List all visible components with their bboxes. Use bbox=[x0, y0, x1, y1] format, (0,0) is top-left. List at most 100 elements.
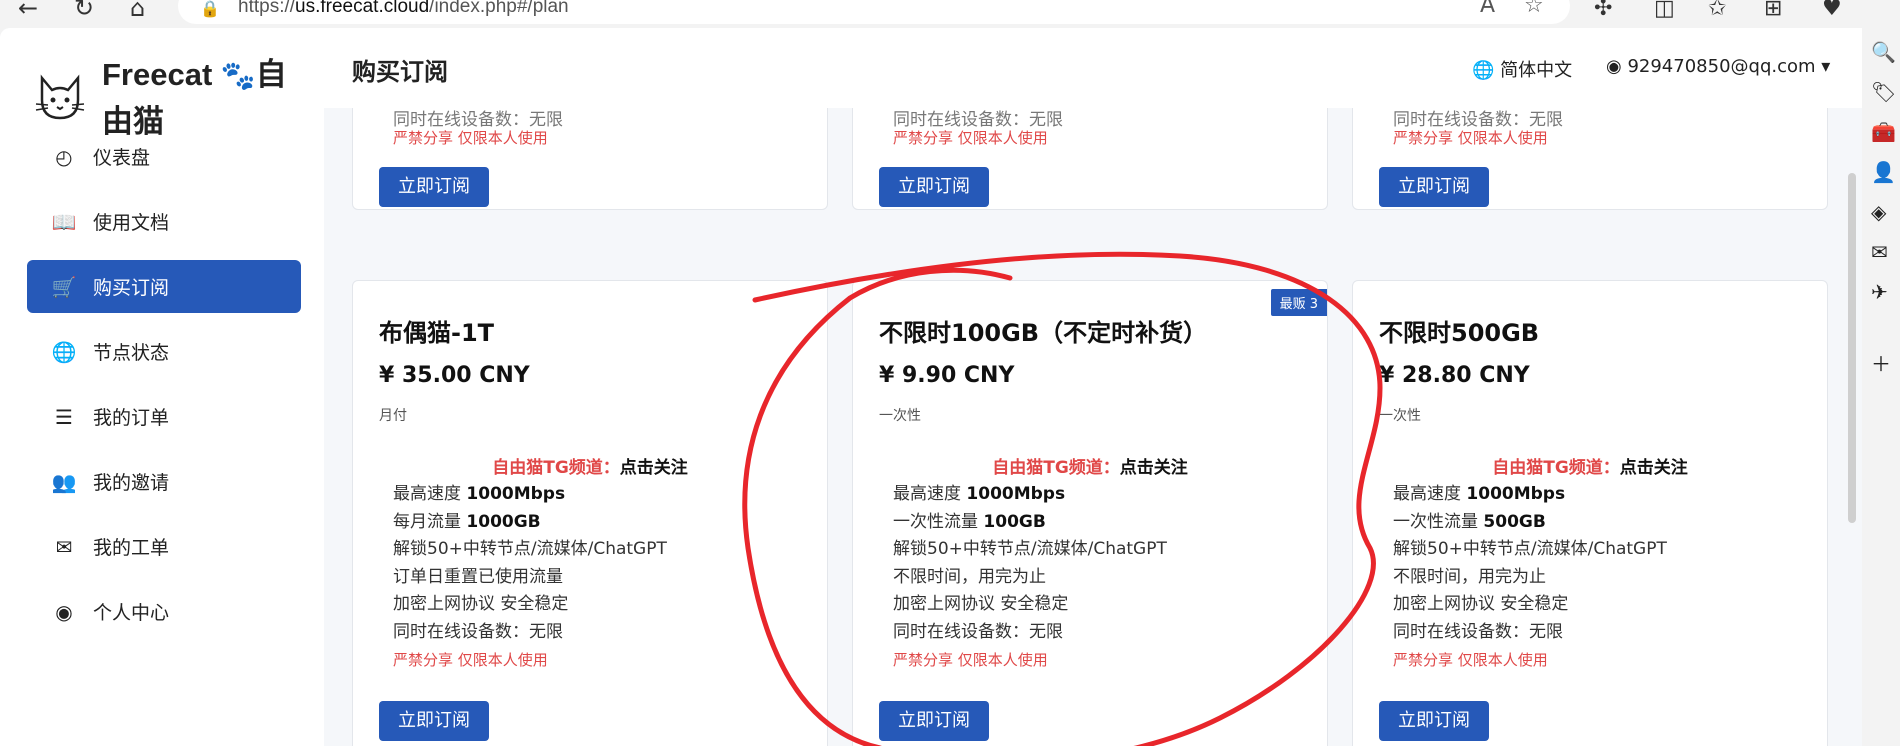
feature-line: 不限时间，用完为止 bbox=[1393, 566, 1546, 587]
outlook-icon[interactable]: ✉ bbox=[1871, 240, 1888, 264]
home-icon[interactable]: ⌂ bbox=[130, 0, 145, 22]
browser-sidebar: 🔍 🏷 🧰 👤 ◈ ✉ ✈ ＋ bbox=[1862, 28, 1900, 746]
sidebar-item-docs[interactable]: 📖 使用文档 bbox=[27, 195, 301, 248]
send-icon[interactable]: ✈ bbox=[1871, 280, 1888, 304]
sidebar-item-label: 我的订单 bbox=[93, 407, 170, 429]
feature-line: 每月流量 1000GB bbox=[393, 511, 541, 532]
globe-icon: 🌐 bbox=[1472, 60, 1495, 81]
search-icon[interactable]: 🔍 bbox=[1871, 40, 1896, 64]
globe-icon: 🌐 bbox=[51, 339, 77, 364]
sidebar-item-node-status[interactable]: 🌐 节点状态 bbox=[27, 325, 301, 378]
feature-line: 最高速度 1000Mbps bbox=[893, 484, 1066, 504]
plan-period: 一次性 bbox=[1379, 408, 1421, 424]
back-icon[interactable]: ← bbox=[18, 0, 38, 22]
stock-badge: 最贩 3 bbox=[1270, 289, 1327, 316]
subscribe-button[interactable]: 立即订阅 bbox=[879, 167, 989, 207]
tg-channel-link[interactable]: 自由猫TG频道：点击关注 bbox=[853, 453, 1327, 478]
collections-icon[interactable]: ⊞ bbox=[1764, 0, 1782, 21]
sidebar-item-dashboard[interactable]: ◴ 仪表盘 bbox=[27, 130, 301, 183]
page-scrollbar[interactable] bbox=[1848, 173, 1856, 523]
sidebar-item-label: 我的工单 bbox=[93, 537, 170, 559]
feature-line: 解锁50+中转节点/流媒体/ChatGPT bbox=[1393, 539, 1667, 559]
feature-line: 同时在线设备数：无限 bbox=[893, 621, 1063, 642]
refresh-icon[interactable]: ↻ bbox=[74, 0, 94, 22]
subscribe-button[interactable]: 立即订阅 bbox=[1379, 701, 1489, 741]
feature-line: 同时在线设备数：无限 bbox=[393, 621, 563, 642]
plan-title: 不限时100GB（不定时补货） bbox=[879, 319, 1208, 347]
plan-price: ¥ 28.80 CNY bbox=[1379, 363, 1530, 388]
cat-logo-icon bbox=[35, 74, 85, 120]
sidebar-item-profile[interactable]: ◉ 个人中心 bbox=[27, 585, 301, 638]
language-selector[interactable]: 🌐 简体中文 bbox=[1472, 56, 1572, 82]
dashboard-icon: ◴ bbox=[55, 144, 73, 169]
sidebar-item-purchase[interactable]: 🛒 购买订阅 bbox=[27, 260, 301, 313]
sidebar-item-label: 购买订阅 bbox=[93, 277, 170, 299]
feature-line: 加密上网协议 安全稳定 bbox=[893, 594, 1069, 614]
subscribe-button[interactable]: 立即订阅 bbox=[379, 167, 489, 207]
book-icon: 📖 bbox=[51, 209, 77, 234]
page-title: 购买订阅 bbox=[352, 58, 448, 86]
subscribe-button[interactable]: 立即订阅 bbox=[879, 701, 989, 741]
plan-card: 不限时100GB（不定时补货） ¥ 9.90 CNY 一次性 自由猫TG频道：点击关注… bbox=[852, 280, 1328, 746]
feature-line: 不限时间，用完为止 bbox=[893, 566, 1046, 587]
feature-line: 最高速度 1000Mbps bbox=[1393, 484, 1566, 504]
read-aloud-icon[interactable]: A bbox=[1480, 0, 1495, 18]
order-list-icon: ☰ bbox=[55, 404, 73, 429]
favorite-star-icon[interactable]: ☆ bbox=[1524, 0, 1544, 18]
tg-channel-link[interactable]: 自由猫TG频道：点击关注 bbox=[1353, 453, 1827, 478]
extensions-icon[interactable]: ✣ bbox=[1594, 0, 1612, 21]
sidebar-item-my-tickets[interactable]: ✉ 我的工单 bbox=[27, 520, 301, 573]
user-menu[interactable]: ◉ 929470850@qq.com ▾ bbox=[1606, 56, 1830, 77]
sidebar-item-label: 个人中心 bbox=[93, 602, 170, 624]
sidebar-item-label: 仪表盘 bbox=[93, 147, 151, 169]
feature-line: 订单日重置已使用流量 bbox=[393, 566, 563, 587]
feature-line: 最高速度 1000Mbps bbox=[393, 484, 566, 504]
sidebar-item-my-invites[interactable]: 👥 我的邀请 bbox=[27, 455, 301, 508]
split-screen-icon[interactable]: ◫ bbox=[1654, 0, 1675, 21]
cart-icon: 🛒 bbox=[51, 274, 77, 299]
feature-line: 同时在线设备数：无限 bbox=[1393, 621, 1563, 642]
lock-icon: 🔒 bbox=[200, 0, 220, 18]
plan-period: 月付 bbox=[379, 408, 407, 424]
user-circle-icon: ◉ bbox=[1606, 56, 1622, 77]
sidebar-item-label: 我的邀请 bbox=[93, 472, 170, 494]
caret-down-icon: ▾ bbox=[1821, 56, 1831, 77]
feature-line: 解锁50+中转节点/流媒体/ChatGPT bbox=[393, 539, 667, 559]
user-circle-icon: ◉ bbox=[55, 599, 73, 624]
sidebar-item-label: 使用文档 bbox=[93, 212, 170, 234]
tg-channel-link[interactable]: 自由猫TG频道：点击关注 bbox=[353, 453, 827, 478]
favorites-icon[interactable]: ✩ bbox=[1708, 0, 1726, 21]
sidebar-item-label: 节点状态 bbox=[93, 342, 170, 364]
feature-line: 加密上网协议 安全稳定 bbox=[393, 594, 569, 614]
users-icon: 👥 bbox=[51, 469, 77, 494]
toolbox-icon[interactable]: 🧰 bbox=[1871, 120, 1896, 144]
copilot-icon[interactable]: ◈ bbox=[1871, 200, 1886, 224]
subscribe-button[interactable]: 立即订阅 bbox=[379, 701, 489, 741]
page-viewport: 同时在线设备数：无限 严禁分享 仅限本人使用 立即订阅 同时在线设备数：无限 严禁分享 … bbox=[0, 28, 1862, 746]
feature-line: 加密上网协议 安全稳定 bbox=[1393, 594, 1569, 614]
share-warning: 严禁分享 仅限本人使用 bbox=[1393, 129, 1548, 147]
browser-toolbar: ← ↻ ⌂ 🔒 https://us.freecat.cloud/index.p… bbox=[0, 0, 1900, 28]
plan-price: ¥ 35.00 CNY bbox=[379, 363, 530, 388]
add-icon[interactable]: ＋ bbox=[1871, 348, 1891, 377]
feature-line: 一次性流量 500GB bbox=[1393, 511, 1546, 532]
plan-card: 不限时500GB ¥ 28.80 CNY 一次性自由猫TG频道：点击关注最高速度 1… bbox=[1352, 280, 1828, 746]
subscribe-button[interactable]: 立即订阅 bbox=[1379, 167, 1489, 207]
share-warning: 严禁分享 仅限本人使用 bbox=[893, 651, 1048, 669]
share-warning: 严禁分享 仅限本人使用 bbox=[393, 129, 548, 147]
share-warning: 严禁分享 仅限本人使用 bbox=[893, 129, 1048, 147]
sidebar-item-my-orders[interactable]: ☰ 我的订单 bbox=[27, 390, 301, 443]
plan-card: 布偶猫-1T ¥ 35.00 CNY 月付自由猫TG频道：点击关注最高速度 1000… bbox=[352, 280, 828, 746]
tag-icon[interactable]: 🏷 bbox=[1871, 80, 1896, 104]
address-url[interactable]: https://us.freecat.cloud/index.php#/plan bbox=[238, 0, 569, 18]
plan-title: 布偶猫-1T bbox=[379, 319, 495, 347]
browser-essentials-icon[interactable]: ♥ bbox=[1822, 0, 1842, 21]
people-icon[interactable]: 👤 bbox=[1871, 160, 1896, 184]
plan-title: 不限时500GB bbox=[1379, 319, 1540, 347]
share-warning: 严禁分享 仅限本人使用 bbox=[393, 651, 548, 669]
address-bar[interactable]: 🔒 https://us.freecat.cloud/index.php#/pl… bbox=[178, 0, 1570, 24]
share-warning: 严禁分享 仅限本人使用 bbox=[1393, 651, 1548, 669]
paw-icon: 🐾 bbox=[220, 60, 256, 91]
feature-line: 一次性流量 100GB bbox=[893, 511, 1046, 532]
ticket-icon: ✉ bbox=[55, 534, 73, 559]
